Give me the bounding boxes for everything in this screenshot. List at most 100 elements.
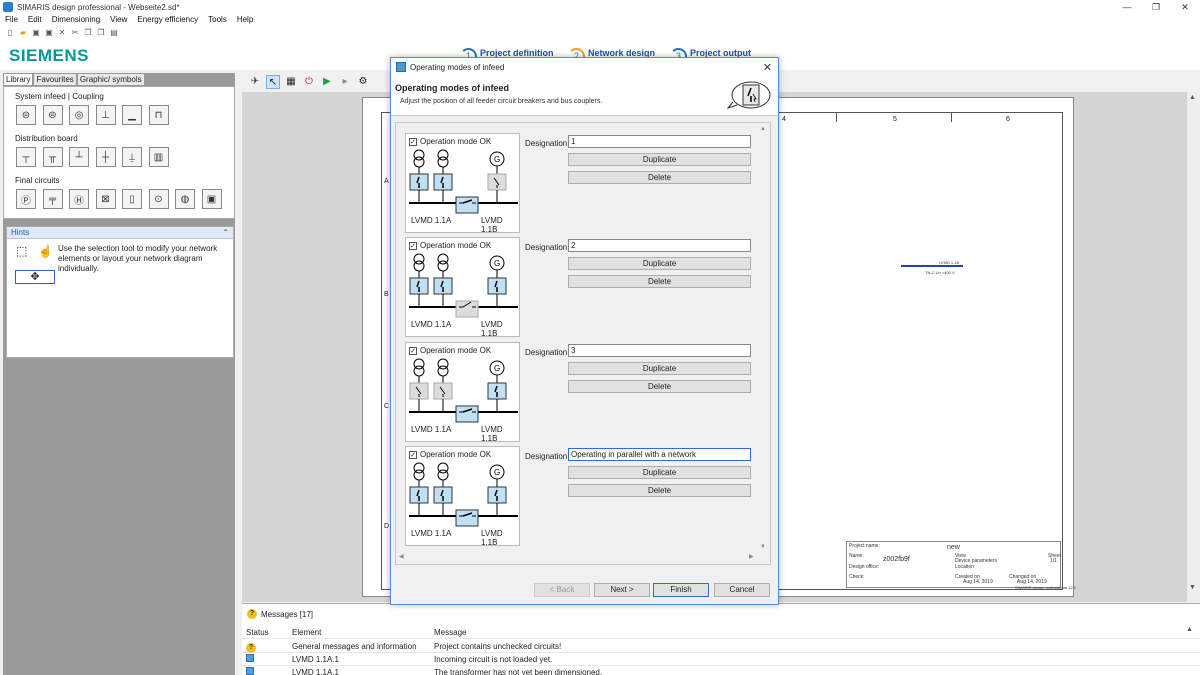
- duplicate-button[interactable]: Duplicate: [568, 153, 751, 166]
- generator-symbol-button[interactable]: ◎: [69, 105, 89, 125]
- designation-label: Designation: [525, 452, 568, 461]
- duplicate-button[interactable]: Duplicate: [568, 362, 751, 375]
- duplicate-button[interactable]: Duplicate: [568, 466, 751, 479]
- designation-label: Designation: [525, 139, 568, 148]
- dialog-body: ✓ Operation mode OK G LVMD 1.1A LVMD 1.1…: [395, 122, 771, 622]
- open-folder-icon[interactable]: ▰: [18, 28, 28, 38]
- dialog-close-icon[interactable]: ✕: [763, 61, 772, 74]
- table-row[interactable]: LVMD 1.1A.1 The transformer has not yet …: [242, 667, 1200, 675]
- back-button[interactable]: < Back: [534, 583, 590, 597]
- scroll-down-icon[interactable]: ▼: [760, 544, 766, 550]
- busbar-symbol-button[interactable]: ▁: [122, 105, 142, 125]
- operation-ok-checkbox[interactable]: ✓ Operation mode OK: [409, 346, 491, 355]
- operation-ok-checkbox[interactable]: ✓ Operation mode OK: [409, 450, 491, 459]
- distribution-symbol-button-1[interactable]: ┬: [16, 147, 36, 167]
- power-icon[interactable]: ⏻: [302, 75, 316, 89]
- modes-horizontal-scrollbar[interactable]: ◀ ▶: [397, 553, 759, 563]
- distribution-symbol-button-2[interactable]: ╥: [42, 147, 63, 167]
- modes-vertical-scrollbar[interactable]: ▲ ▼: [759, 124, 769, 554]
- maximize-button[interactable]: ❐: [1141, 0, 1171, 14]
- tab-graphic-symbols[interactable]: Graphic/ symbols: [76, 73, 145, 86]
- copy-icon[interactable]: ❐: [83, 28, 93, 38]
- dialog-heading: Operating modes of infeed: [395, 83, 510, 93]
- transformer-2-symbol-button[interactable]: ⊜: [42, 105, 63, 125]
- duplicate-button[interactable]: Duplicate: [568, 257, 751, 270]
- minimize-button[interactable]: —: [1112, 0, 1142, 14]
- new-file-icon[interactable]: ▯: [5, 28, 15, 38]
- distribution-icon: ┼: [101, 151, 110, 163]
- fuse-symbol-button[interactable]: ▯: [122, 189, 142, 209]
- save-as-icon[interactable]: ▣: [44, 28, 54, 38]
- select-tool-icon[interactable]: ↖: [266, 75, 280, 89]
- menu-edit[interactable]: Edit: [23, 14, 47, 26]
- delete-button[interactable]: Delete: [568, 275, 751, 288]
- scroll-right-icon[interactable]: ▶: [749, 553, 754, 560]
- motor-symbol-button[interactable]: Ⓟ: [16, 189, 36, 209]
- distribution-symbol-button-3[interactable]: ┴: [69, 147, 89, 167]
- step-label: Project output: [690, 47, 751, 58]
- scroll-up-icon[interactable]: ▲: [1189, 94, 1196, 101]
- table-row[interactable]: LVMD 1.1A.1 Incoming circuit is not load…: [242, 654, 1200, 666]
- delete-button[interactable]: Delete: [568, 171, 751, 184]
- hints-header[interactable]: Hints: [7, 227, 233, 239]
- distribution-symbol-row: ┬ ╥ ┴ ┼ ⍊ ▥: [16, 147, 175, 167]
- col-message[interactable]: Message: [434, 627, 466, 639]
- pin-icon[interactable]: ✈: [248, 75, 262, 89]
- operation-ok-checkbox[interactable]: ✓ Operation mode OK: [409, 137, 491, 146]
- save-icon[interactable]: ▣: [31, 28, 41, 38]
- menu-energy-efficiency[interactable]: Energy efficiency: [132, 14, 203, 26]
- paste-icon[interactable]: ❐: [96, 28, 106, 38]
- scroll-down-icon[interactable]: ▼: [1189, 584, 1196, 591]
- table-row[interactable]: ? General messages and information Proje…: [242, 641, 1200, 653]
- delete-icon[interactable]: ✕: [57, 28, 67, 38]
- menu-view[interactable]: View: [105, 14, 132, 26]
- distribution-symbol-button-6[interactable]: ▥: [148, 147, 169, 167]
- main-toolbar: ▯ ▰ ▣ ▣ ✕ ✂ ❐ ❐ ▤: [0, 26, 1200, 40]
- socket-symbol-button[interactable]: ╤: [42, 189, 63, 209]
- distribution-symbol-button-4[interactable]: ┼: [95, 147, 116, 167]
- finish-button[interactable]: Finish: [653, 583, 709, 597]
- designation-input[interactable]: 2: [568, 239, 751, 252]
- delete-button[interactable]: Delete: [568, 380, 751, 393]
- step-icon[interactable]: ▸: [338, 75, 352, 89]
- canvas-scrollbar[interactable]: ▲ ▼: [1187, 92, 1200, 602]
- load-symbol-button[interactable]: ⊠: [95, 189, 116, 209]
- ups-symbol-button[interactable]: ▣: [201, 189, 222, 209]
- clipboard-icon[interactable]: ▤: [109, 28, 119, 38]
- dialog-title: Operating modes of infeed: [410, 62, 505, 72]
- hints-text: Use the selection tool to modify your ne…: [58, 244, 218, 273]
- scroll-up-icon[interactable]: ▲: [760, 126, 766, 132]
- infeed-symbol-button[interactable]: ⊥: [95, 105, 116, 125]
- consumer-symbol-button[interactable]: ⊙: [148, 189, 169, 209]
- play-icon[interactable]: ▶: [320, 75, 334, 89]
- tab-library[interactable]: Library: [3, 73, 34, 86]
- cancel-button[interactable]: Cancel: [714, 583, 770, 597]
- designation-input[interactable]: Operating in parallel with a network: [568, 448, 751, 461]
- chevron-up-icon[interactable]: ⌃: [222, 227, 229, 239]
- scroll-left-icon[interactable]: ◀: [399, 553, 404, 560]
- dimension-icon[interactable]: ⚙: [356, 75, 370, 89]
- menu-tools[interactable]: Tools: [203, 14, 232, 26]
- menu-file[interactable]: File: [0, 14, 23, 26]
- zoom-window-icon[interactable]: ▦: [284, 75, 298, 89]
- cut-icon[interactable]: ✂: [70, 28, 80, 38]
- operation-ok-checkbox[interactable]: ✓ Operation mode OK: [409, 241, 491, 250]
- col-element[interactable]: Element: [292, 627, 321, 639]
- heater-symbol-button[interactable]: Ⓗ: [69, 189, 89, 209]
- designation-input[interactable]: 3: [568, 344, 751, 357]
- messages-scroll-up-icon[interactable]: ▲: [1186, 626, 1193, 633]
- col-status[interactable]: Status: [246, 627, 269, 639]
- next-button[interactable]: Next >: [594, 583, 650, 597]
- tab-favourites[interactable]: Favourites: [33, 73, 77, 86]
- modes-scroll-area[interactable]: ✓ Operation mode OK G LVMD 1.1A LVMD 1.1…: [395, 122, 771, 565]
- capacitor-symbol-button[interactable]: ◍: [175, 189, 195, 209]
- menu-dimensioning[interactable]: Dimensioning: [47, 14, 105, 26]
- coupler-symbol-button[interactable]: ⊓: [148, 105, 169, 125]
- distribution-symbol-button-5[interactable]: ⍊: [122, 147, 142, 167]
- transformer-symbol-button[interactable]: ⊜: [16, 105, 36, 125]
- close-window-button[interactable]: ✕: [1170, 0, 1200, 14]
- delete-button[interactable]: Delete: [568, 484, 751, 497]
- designation-input[interactable]: 1: [568, 135, 751, 148]
- checkbox-label: Operation mode OK: [420, 137, 492, 146]
- menu-help[interactable]: Help: [232, 14, 258, 26]
